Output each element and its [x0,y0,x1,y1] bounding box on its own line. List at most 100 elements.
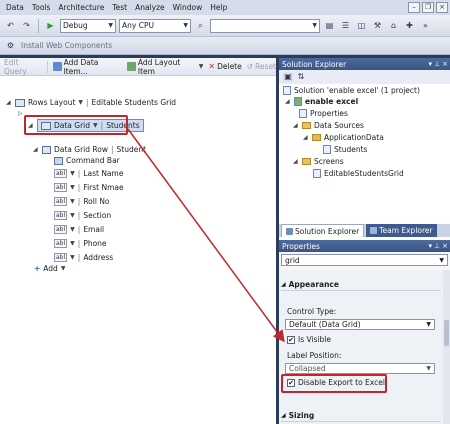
collapse-icon[interactable]: ◢ [293,158,299,165]
appearance-section-header[interactable]: ◢ Appearance [281,279,441,291]
chevron-down-icon[interactable]: ▼ [70,184,75,191]
main-toolbar: ↶ ↷ ▶ Debug ▼ Any CPU ▼ ⌕ ▼ ▤ ☰ ◫ ⚒ ⌂ ✚ … [0,15,450,37]
data-grid-row-label: Data Grid Row [54,145,109,154]
tree-row-field-section[interactable]: abl ▼ | Section [54,211,111,220]
add-layout-item-button[interactable]: Add Layout Item ▼ [127,58,203,76]
tree-row-field-address[interactable]: abl ▼ | Address [54,253,113,262]
pin-icon[interactable]: ▾ [429,242,433,250]
menu-architecture[interactable]: Architecture [54,3,108,12]
tree-item-data-sources[interactable]: ◢ Data Sources [293,121,364,130]
tree-item-project[interactable]: ◢ enable excel [285,97,358,106]
object-browser-icon[interactable]: ◫ [355,19,368,32]
collapse-icon[interactable]: ◢ [281,281,286,288]
data-sources-label: Data Sources [314,121,364,130]
view-icon[interactable]: ▣ [283,72,293,82]
show-all-files-icon[interactable]: ⇅ [296,72,306,82]
is-visible-checkbox[interactable]: ✔ [287,335,295,344]
menu-help[interactable]: Help [206,3,231,12]
tab-team-explorer[interactable]: Team Explorer [366,224,437,237]
collapse-icon[interactable]: ◢ [293,122,299,129]
redo-icon[interactable]: ↷ [20,19,33,32]
properties-icon[interactable]: ☰ [339,19,352,32]
tree-row-field-phone[interactable]: abl ▼ | Phone [54,239,107,248]
restore-icon[interactable]: ❐ [422,2,434,13]
tree-row-field-email[interactable]: abl ▼ | Email [54,225,104,234]
install-web-components-button[interactable]: Install Web Components [21,41,112,50]
minimize-icon[interactable]: – [408,2,420,13]
tree-row-field-first-name[interactable]: abl ▼ | First Nmae [54,183,124,192]
add-data-item-button[interactable]: Add Data Item... [52,58,122,76]
chevron-down-icon: ▼ [183,22,188,29]
solution-explorer-icon[interactable]: ▤ [323,19,336,32]
chevron-down-icon[interactable]: ▼ [70,240,75,247]
tree-item-application-data[interactable]: ◢ ApplicationData [303,133,384,142]
menu-tools[interactable]: Tools [28,3,54,12]
collapse-icon[interactable]: ◢ [303,134,309,141]
chevron-down-icon[interactable]: ▼ [70,254,75,261]
start-page-icon[interactable]: ⌂ [387,19,400,32]
add-child-button[interactable]: + Add ▼ [34,264,65,273]
edit-query-button[interactable]: Edit Query [4,58,42,76]
tree-item-students-table[interactable]: Students [323,145,367,154]
find-combo[interactable]: ▼ [210,18,320,33]
configuration-select[interactable]: Debug ▼ [60,18,116,33]
collapse-icon[interactable]: ◢ [285,98,291,105]
tree-row-data-grid-row[interactable]: ◢ Data Grid Row | Student [33,145,146,154]
field-label: Roll No [83,197,110,206]
toolbox-icon[interactable]: ⚒ [371,19,384,32]
menu-test[interactable]: Test [108,3,131,12]
chevron-down-icon[interactable]: ▼ [70,198,75,205]
start-debug-icon[interactable]: ▶ [44,19,57,32]
solution-explorer-toolbar: ▣ ⇅ [279,70,450,84]
tree-row-rows-layout[interactable]: ◢ Rows Layout ▼ | Editable Students Grid [6,98,176,107]
tab-team-explorer-label: Team Explorer [379,226,433,235]
tree-item-screen-file[interactable]: EditableStudentsGrid [313,169,404,178]
collapse-icon[interactable]: ◢ [6,99,12,106]
field-label: Address [83,253,114,262]
chevron-down-icon[interactable]: ▼ [70,212,75,219]
scrollbar-thumb[interactable] [444,320,449,346]
close-icon[interactable]: × [442,60,448,68]
chevron-down-icon[interactable]: ▼ [70,170,75,177]
label-position-select[interactable]: Collapsed ▼ [285,363,435,374]
find-icon[interactable]: ⌕ [194,19,207,32]
tab-solution-explorer-label: Solution Explorer [295,226,360,236]
tab-solution-explorer[interactable]: Solution Explorer [281,224,365,237]
tree-row-command-bar[interactable]: Command Bar [54,156,120,165]
textbox-icon: abl [54,253,68,262]
auto-hide-icon[interactable]: ⊥ [434,60,440,68]
extension-icon[interactable]: ✚ [403,19,416,32]
highlight-disable-export [281,374,387,393]
field-label: Email [83,225,105,234]
folder-icon [302,158,311,165]
tree-item-screens[interactable]: ◢ Screens [293,157,344,166]
tree-item-solution[interactable]: Solution 'enable excel' (1 project) [283,86,420,95]
delete-button[interactable]: ✕ Delete [208,62,241,71]
menu-analyze[interactable]: Analyze [131,3,169,12]
tree-row-field-roll-no[interactable]: abl ▼ | Roll No [54,197,110,206]
tree-item-properties[interactable]: Properties [299,109,348,118]
reset-button[interactable]: ↺ Reset [247,62,276,71]
chevron-down-icon: ▼ [108,22,113,29]
application-data-label: ApplicationData [324,133,384,142]
properties-scrollbar[interactable] [443,270,450,424]
platform-select[interactable]: Any CPU ▼ [119,18,191,33]
chevron-down-icon[interactable]: ▼ [78,99,83,106]
chevron-down-icon[interactable]: ▼ [70,226,75,233]
control-type-select[interactable]: Default (Data Grid) ▼ [285,319,435,330]
overflow-icon[interactable]: » [419,19,432,32]
collapse-icon[interactable]: ◢ [33,146,39,153]
menu-data[interactable]: Data [2,3,28,12]
close-icon[interactable]: × [436,2,448,13]
tree-row-field-last-name[interactable]: abl ▼ | Last Name [54,169,123,178]
textbox-icon: abl [54,239,68,248]
pin-icon[interactable]: ▾ [429,60,433,68]
auto-hide-icon[interactable]: ⊥ [434,242,440,250]
properties-object-select[interactable]: grid ▼ [281,254,448,266]
collapse-icon[interactable]: ◢ [281,412,286,419]
undo-icon[interactable]: ↶ [4,19,17,32]
menu-window[interactable]: Window [169,3,207,12]
close-icon[interactable]: × [442,242,448,250]
sizing-section-header[interactable]: ◢ Sizing [281,410,441,422]
project-icon [294,97,302,106]
